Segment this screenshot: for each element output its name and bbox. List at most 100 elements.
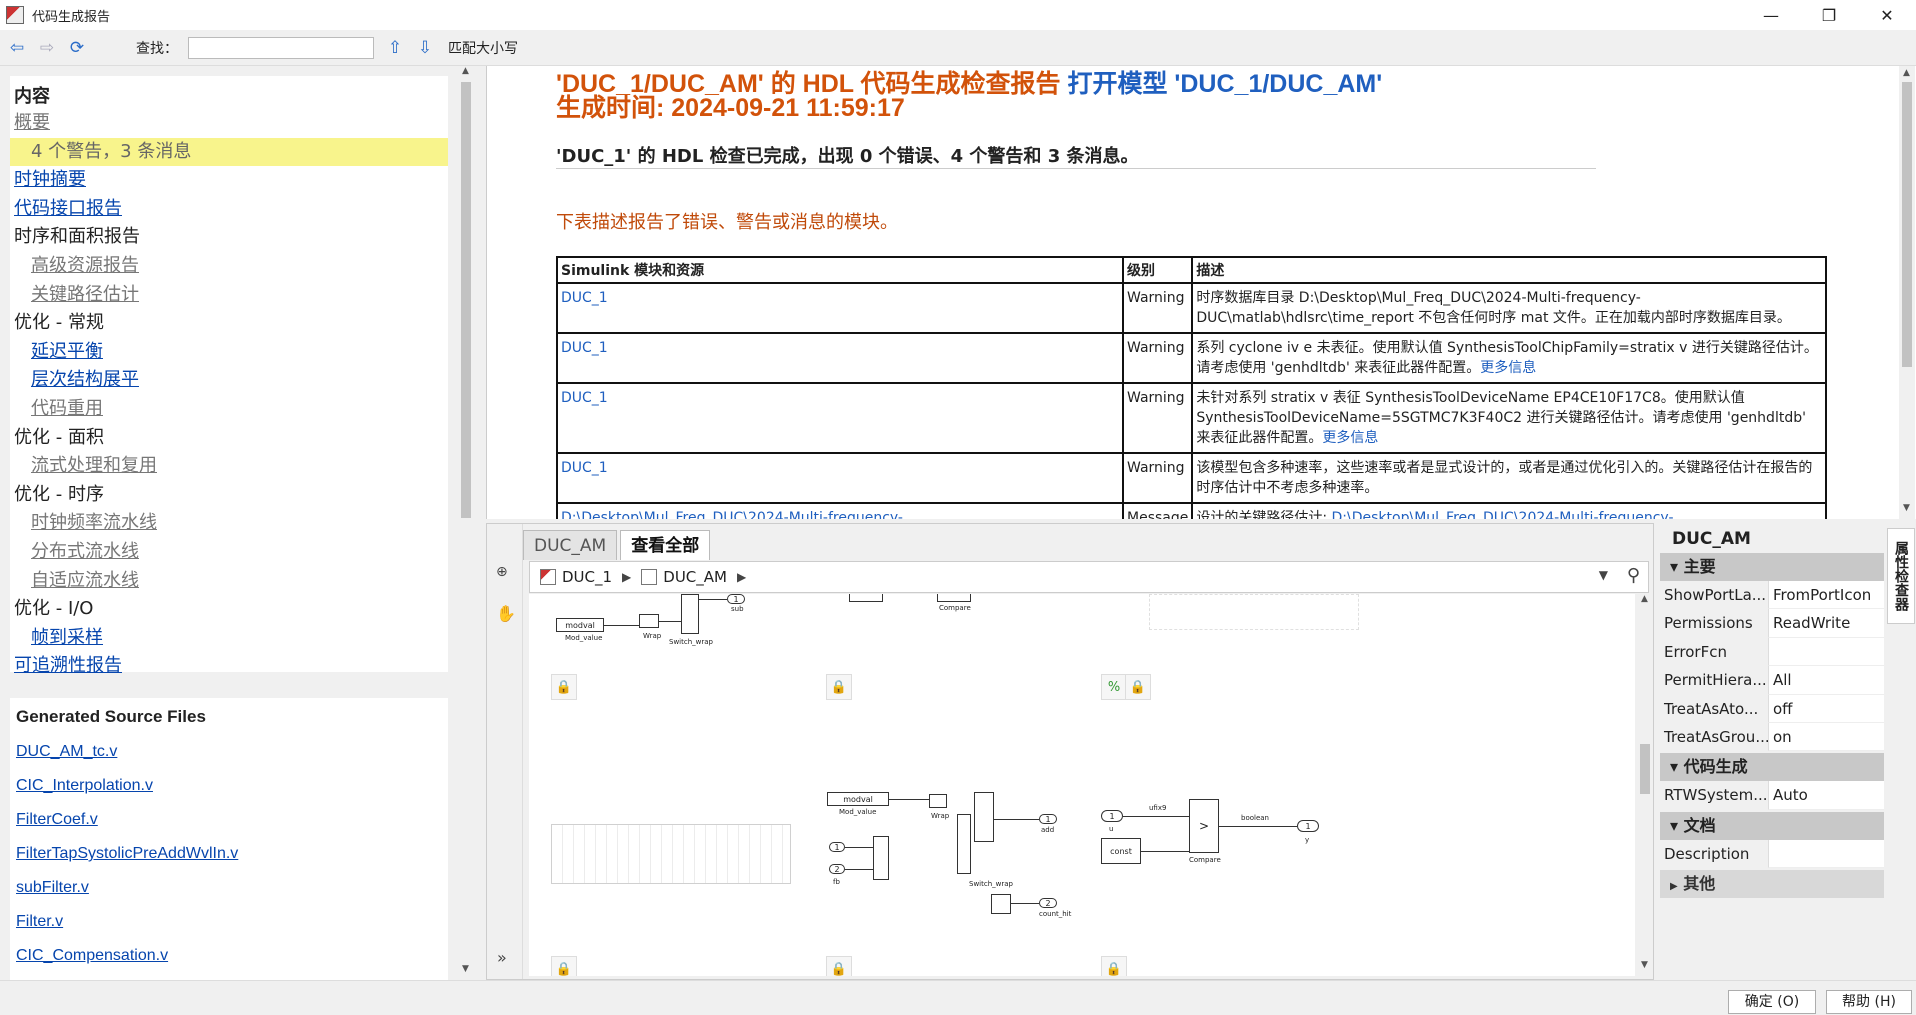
lock-icon[interactable]: 🔒: [826, 674, 852, 700]
canvas-scrollbar[interactable]: ▲ ▼: [1637, 594, 1653, 976]
count-hit-outport[interactable]: 2: [1039, 898, 1057, 908]
lock-icon[interactable]: 🔒: [551, 674, 577, 700]
sum-block[interactable]: [957, 814, 971, 874]
lock-icon[interactable]: 🔒: [551, 956, 577, 976]
compare-block-top[interactable]: [937, 594, 971, 602]
toc-item[interactable]: 4 个警告，3 条消息: [10, 137, 448, 167]
match-case-toggle[interactable]: 匹配大小写: [448, 38, 518, 58]
toc-item[interactable]: 分布式流水线: [14, 538, 448, 567]
source-file-link[interactable]: Filter.v: [16, 908, 448, 942]
pan-hand-icon[interactable]: ✋: [496, 604, 516, 623]
block-link[interactable]: DUC_1: [556, 332, 1124, 384]
percent-icon[interactable]: %: [1101, 674, 1127, 700]
property-value[interactable]: [1768, 637, 1884, 667]
toc-item[interactable]: 时序和面积报告: [14, 223, 448, 252]
in2-port[interactable]: 2: [829, 864, 845, 874]
toc-item[interactable]: 可追溯性报告: [14, 652, 448, 681]
lock-icon[interactable]: 🔒: [1101, 956, 1127, 976]
close-button[interactable]: ✕: [1858, 0, 1916, 30]
source-file-link[interactable]: FilterCoef.v: [16, 806, 448, 840]
faded-diagram[interactable]: [551, 824, 791, 884]
more-info-link[interactable]: 更多信息: [1322, 430, 1378, 446]
toc-item[interactable]: 高级资源报告: [14, 252, 448, 281]
toc-item[interactable]: 概要: [14, 109, 448, 138]
find-input[interactable]: [188, 36, 374, 59]
compare-small-block[interactable]: [991, 894, 1011, 914]
toc-item[interactable]: 优化 - I/O: [14, 595, 448, 624]
switch-block[interactable]: [974, 792, 994, 842]
props-section[interactable]: ▾ 主要: [1660, 553, 1884, 581]
top-block[interactable]: [849, 594, 883, 602]
maximize-button[interactable]: ❐: [1800, 0, 1858, 30]
toc-item[interactable]: 代码接口报告: [14, 195, 448, 224]
props-section[interactable]: ▾ 文档: [1660, 811, 1884, 840]
navigate-icon[interactable]: ⊕: [496, 564, 508, 580]
find-up-icon[interactable]: ⇧: [382, 35, 408, 61]
report-scrollbar[interactable]: ▲ ▼: [1899, 66, 1915, 519]
property-value[interactable]: [1768, 839, 1884, 869]
find-down-icon[interactable]: ⇩: [412, 35, 438, 61]
toc-item[interactable]: 优化 - 时序: [14, 481, 448, 510]
more-info-link[interactable]: D:\Desktop\Mul_Freq_DUC\2024-Multi-frequ…: [1332, 510, 1674, 519]
more-info-link[interactable]: 更多信息: [1480, 360, 1536, 376]
toc-item[interactable]: 关键路径估计: [14, 281, 448, 310]
toc-item[interactable]: 时钟频率流水线: [14, 509, 448, 538]
ok-button[interactable]: 确定 (O): [1728, 990, 1816, 1014]
toc-item[interactable]: 延迟平衡: [14, 338, 448, 367]
canvas-scrollbar-thumb[interactable]: [1640, 744, 1650, 794]
property-value[interactable]: Auto: [1768, 781, 1884, 810]
wrap-block[interactable]: [929, 794, 947, 808]
toc-item[interactable]: 代码重用: [14, 395, 448, 424]
modval-block[interactable]: modval: [556, 618, 604, 632]
block-link[interactable]: DUC_1: [556, 452, 1124, 504]
sub-outport[interactable]: 1: [727, 594, 745, 604]
refresh-icon[interactable]: ⟳: [64, 35, 90, 61]
tab-view-all[interactable]: 查看全部: [620, 530, 711, 560]
toc-item[interactable]: 优化 - 面积: [14, 424, 448, 453]
report-scrollbar-thumb[interactable]: [1902, 82, 1912, 367]
lock-icon[interactable]: 🔒: [1125, 674, 1151, 700]
chevron-down-icon[interactable]: ▼: [1599, 568, 1608, 582]
toc-item[interactable]: 帧到采样: [14, 624, 448, 653]
expand-icon[interactable]: »: [497, 948, 507, 967]
source-file-link[interactable]: FilterTapSystolicPreAddWvlIn.v: [16, 840, 448, 874]
source-file-link[interactable]: DUC_AM_tc.v: [16, 738, 448, 772]
source-file-link[interactable]: CIC_Interpolation.v: [16, 772, 448, 806]
wrap-block[interactable]: [639, 614, 659, 628]
block-link[interactable]: DUC_1: [556, 282, 1124, 334]
toc-item[interactable]: 时钟摘要: [14, 166, 448, 195]
props-section[interactable]: ▾ 代码生成: [1660, 753, 1884, 782]
const-block[interactable]: const: [1101, 838, 1141, 864]
breadcrumb-ducam[interactable]: DUC_AM: [641, 568, 727, 586]
toc-item[interactable]: 自适应流水线: [14, 567, 448, 596]
back-arrow-icon[interactable]: ⇦: [4, 35, 30, 61]
help-button[interactable]: 帮助 (H): [1826, 990, 1912, 1014]
tab-duc-am[interactable]: DUC_AM: [523, 530, 618, 560]
forward-arrow-icon[interactable]: ⇨: [34, 35, 60, 61]
u-inport[interactable]: 1: [1101, 810, 1123, 822]
model-canvas[interactable]: modval Mod_value Wrap Switch_wrap 1 sub …: [529, 594, 1635, 976]
faded-diagram[interactable]: [1149, 594, 1359, 630]
block-link[interactable]: DUC_1: [556, 382, 1124, 454]
property-value[interactable]: off: [1768, 694, 1884, 723]
add-outport[interactable]: 1: [1039, 814, 1057, 824]
block-link[interactable]: D:\Desktop\Mul_Freq_DUC\2024-Multi-frequ…: [556, 502, 1124, 519]
add-block[interactable]: [873, 836, 889, 880]
compare-block[interactable]: >: [1189, 799, 1219, 853]
minimize-button[interactable]: —: [1742, 0, 1800, 30]
property-value[interactable]: FromPortIcon: [1768, 581, 1884, 610]
breadcrumb-duc1[interactable]: DUC_1: [540, 568, 612, 586]
open-model-link[interactable]: 打开模型 'DUC_1/DUC_AM': [1067, 70, 1382, 98]
switch-block[interactable]: [681, 594, 699, 634]
y-outport[interactable]: 1: [1297, 820, 1319, 832]
property-inspector-tab[interactable]: 属性检查器: [1887, 528, 1915, 624]
section-other[interactable]: ▶ 其他: [1660, 870, 1884, 899]
source-file-link[interactable]: CIC_Compensation.v: [16, 942, 448, 976]
property-value[interactable]: ReadWrite: [1768, 609, 1884, 638]
toc-item[interactable]: 优化 - 常规: [14, 309, 448, 338]
source-file-link[interactable]: subFilter.v: [16, 874, 448, 908]
left-scrollbar[interactable]: ▲ ▼: [458, 66, 474, 980]
property-value[interactable]: on: [1768, 722, 1884, 752]
search-icon[interactable]: ⚲: [1627, 565, 1640, 586]
left-scrollbar-thumb[interactable]: [461, 82, 471, 518]
